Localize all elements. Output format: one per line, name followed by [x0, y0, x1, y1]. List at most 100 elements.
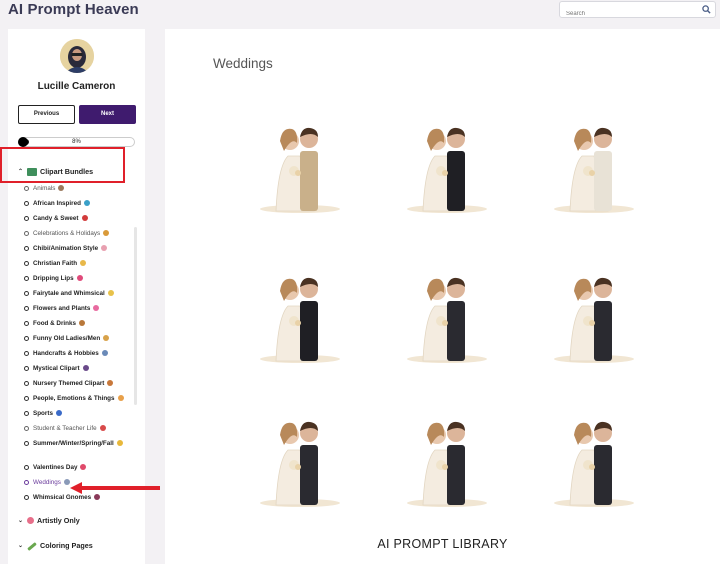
sidebar-item-student-teacher-life[interactable]: Student & Teacher Life [24, 424, 136, 433]
emoji-icon [103, 335, 110, 342]
sidebar-item-food-drinks[interactable]: Food & Drinks [24, 319, 136, 328]
sidebar-item-label: Mystical Clipart [33, 365, 80, 372]
wedding-image-1[interactable] [248, 111, 352, 215]
check-circle-icon [24, 231, 29, 236]
wedding-image-3[interactable] [542, 111, 646, 215]
emoji-icon [117, 395, 124, 402]
sidebar-item-candy-sweet[interactable]: Candy & Sweet [24, 214, 136, 223]
chevron-down-icon: ⌄ [18, 543, 24, 549]
circle-icon [24, 321, 29, 326]
sidebar-item-animals[interactable]: Animals [24, 184, 136, 193]
pointer-arrow-icon [70, 482, 160, 494]
emoji-icon [93, 305, 100, 312]
sidebar-item-chibi-animation-style[interactable]: Chibi/Animation Style [24, 244, 136, 253]
emoji-icon [80, 464, 87, 471]
sidebar-item-label: Flowers and Plants [33, 305, 91, 312]
couple-illustration [407, 277, 487, 363]
emoji-icon [82, 365, 89, 372]
sidebar-item-label: Fairytale and Whimsical [33, 290, 105, 297]
sidebar-item-handcrafts-hobbies[interactable]: Handcrafts & Hobbies [24, 349, 136, 358]
search-icon[interactable] [702, 5, 711, 14]
circle-icon [24, 336, 29, 341]
wedding-image-2[interactable] [395, 111, 499, 215]
sidebar-item-label: Sports [33, 410, 53, 417]
sidebar-item-valentines-day[interactable]: Valentines Day [24, 463, 136, 472]
circle-icon [24, 276, 29, 281]
couple-illustration [554, 127, 634, 213]
wedding-image-4[interactable] [248, 261, 352, 365]
avatar[interactable] [60, 39, 94, 73]
sidebar-item-christian-faith[interactable]: Christian Faith [24, 259, 136, 268]
circle-icon [24, 261, 29, 266]
sidebar-item-label: Celebrations & Holidays [33, 230, 101, 237]
sidebar-item-celebrations-holidays[interactable]: Celebrations & Holidays [24, 229, 136, 238]
sidebar-item-label: Candy & Sweet [33, 215, 79, 222]
couple-illustration [554, 421, 634, 507]
sidebar-item-summer-winter-spring-fall[interactable]: Summer/Winter/Spring/Fall [24, 439, 136, 448]
sidebar-item-funny-old-ladies-men[interactable]: Funny Old Ladies/Men [24, 334, 136, 343]
user-name: Lucille Cameron [37, 81, 116, 92]
couple-illustration [407, 127, 487, 213]
emoji-icon [116, 440, 123, 447]
couple-illustration [260, 127, 340, 213]
circle-icon [24, 381, 29, 386]
wedding-image-9[interactable] [542, 405, 646, 509]
sidebar-scrollbar[interactable] [134, 227, 137, 405]
section-artistly-only[interactable]: ⌄ Artistly Only [18, 516, 80, 525]
emoji-icon [63, 479, 70, 486]
emoji-icon [58, 185, 65, 192]
circle-icon [24, 306, 29, 311]
section-coloring-pages[interactable]: ⌄ Coloring Pages [18, 541, 93, 551]
sidebar-item-whimsical-gnomes[interactable]: Whimsical Gnomes [24, 493, 136, 502]
progress-bar: 8% [18, 137, 135, 147]
artistly-icon [27, 517, 34, 524]
circle-icon [24, 441, 29, 446]
previous-button[interactable]: Previous [18, 105, 75, 124]
emoji-icon [76, 275, 83, 282]
sidebar-item-label: Chibi/Animation Style [33, 245, 99, 252]
circle-icon [24, 291, 29, 296]
app-title: AI Prompt Heaven [8, 1, 139, 18]
circle-icon [24, 366, 29, 371]
search-box[interactable] [559, 1, 716, 22]
sidebar-item-people-emotions-things[interactable]: People, Emotions & Things [24, 394, 136, 403]
sidebar-item-dripping-lips[interactable]: Dripping Lips [24, 274, 136, 283]
couple-illustration [554, 277, 634, 363]
sidebar-item-mystical-clipart[interactable]: Mystical Clipart [24, 364, 136, 373]
section-label: Coloring Pages [40, 541, 93, 550]
sidebar-item-label: Funny Old Ladies/Men [33, 335, 101, 342]
sidebar-item-sports[interactable]: Sports [24, 409, 136, 418]
section-label: Artistly Only [37, 516, 80, 525]
sidebar-item-label: Handcrafts & Hobbies [33, 350, 99, 357]
wedding-image-8[interactable] [395, 405, 499, 509]
sidebar-item-label: African Inspired [33, 200, 81, 207]
emoji-icon [107, 290, 114, 297]
main-content: Weddings AI PROMPT LIBRARY [165, 29, 720, 564]
circle-icon [24, 201, 29, 206]
search-input[interactable] [560, 6, 695, 22]
sidebar-item-african-inspired[interactable]: African Inspired [24, 199, 136, 208]
library-heading: AI PROMPT LIBRARY [377, 537, 508, 551]
next-button[interactable]: Next [79, 105, 136, 124]
circle-icon [24, 246, 29, 251]
sidebar-item-label: People, Emotions & Things [33, 395, 115, 402]
wedding-image-6[interactable] [542, 261, 646, 365]
check-circle-icon [24, 186, 29, 191]
circle-icon [24, 396, 29, 401]
wedding-image-7[interactable] [248, 405, 352, 509]
couple-illustration [260, 277, 340, 363]
sidebar-item-label: Food & Drinks [33, 320, 77, 327]
sidebar-item-label: Student & Teacher Life [33, 425, 97, 432]
progress-text: 8% [72, 139, 81, 145]
emoji-icon [103, 230, 110, 237]
emoji-icon [94, 494, 101, 501]
emoji-icon [99, 425, 106, 432]
sidebar-item-nursery-themed-clipart[interactable]: Nursery Themed Clipart [24, 379, 136, 388]
emoji-icon [55, 410, 62, 417]
pencil-icon [27, 542, 37, 551]
check-circle-icon [24, 480, 29, 485]
emoji-icon [101, 245, 108, 252]
sidebar-item-flowers-and-plants[interactable]: Flowers and Plants [24, 304, 136, 313]
sidebar-item-fairytale-and-whimsical[interactable]: Fairytale and Whimsical [24, 289, 136, 298]
wedding-image-5[interactable] [395, 261, 499, 365]
